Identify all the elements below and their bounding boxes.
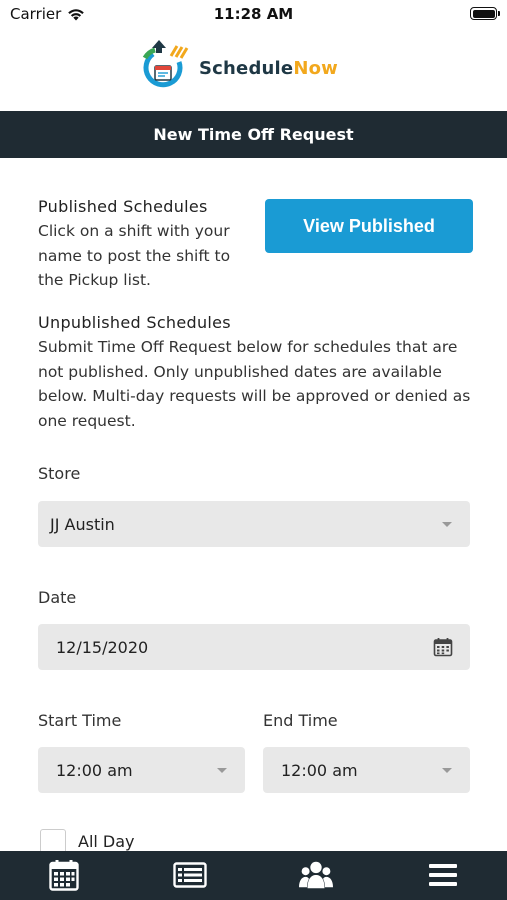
page-header: New Time Off Request: [0, 111, 507, 158]
date-field[interactable]: 12/15/2020: [38, 624, 470, 670]
published-description: Click on a shift with your name to post …: [38, 222, 231, 289]
battery-icon: [470, 7, 500, 20]
start-time-label: Start Time: [38, 711, 122, 730]
tab-menu[interactable]: [426, 858, 460, 892]
page-title: New Time Off Request: [153, 125, 354, 144]
unpublished-title: Unpublished Schedules: [38, 313, 231, 332]
logo-text-schedule: Schedule: [199, 57, 294, 79]
chevron-down-icon: [442, 521, 452, 527]
view-published-button[interactable]: View Published: [265, 199, 473, 253]
list-icon: [173, 862, 207, 888]
end-time-select[interactable]: 12:00 am: [263, 747, 470, 793]
calendar-icon: [49, 860, 79, 891]
store-select[interactable]: JJ Austin: [38, 501, 470, 547]
chevron-down-icon: [217, 767, 227, 773]
start-time-select[interactable]: 12:00 am: [38, 747, 245, 793]
date-label: Date: [38, 588, 77, 607]
calendar-icon[interactable]: [433, 637, 453, 657]
unpublished-description: Submit Time Off Request below for schedu…: [38, 338, 471, 430]
published-title: Published Schedules: [38, 197, 208, 216]
all-day-label: All Day: [78, 832, 135, 851]
logo-text-now: Now: [293, 57, 339, 79]
unpublished-section: Unpublished Schedules Submit Time Off Re…: [38, 311, 478, 433]
tab-calendar[interactable]: [47, 858, 81, 892]
date-value: 12/15/2020: [56, 637, 149, 657]
published-section: Published Schedules Click on a shift wit…: [38, 195, 253, 293]
tab-list[interactable]: [173, 858, 207, 892]
chevron-down-icon: [442, 767, 452, 773]
logo-mark-icon: [142, 40, 189, 88]
group-icon: [299, 861, 333, 889]
status-bar: Carrier 11:28 AM: [0, 0, 507, 30]
menu-icon: [429, 864, 457, 886]
end-time-label: End Time: [263, 711, 338, 730]
start-time-value: 12:00 am: [56, 760, 133, 780]
app-logo: ScheduleNow: [135, 40, 338, 96]
store-value: JJ Austin: [50, 514, 115, 534]
bottom-tab-bar: [0, 851, 507, 900]
tab-team[interactable]: [299, 858, 333, 892]
store-label: Store: [38, 464, 81, 483]
status-time: 11:28 AM: [213, 5, 294, 23]
logo-wordmark: ScheduleNow: [199, 58, 338, 79]
end-time-value: 12:00 am: [281, 760, 358, 780]
